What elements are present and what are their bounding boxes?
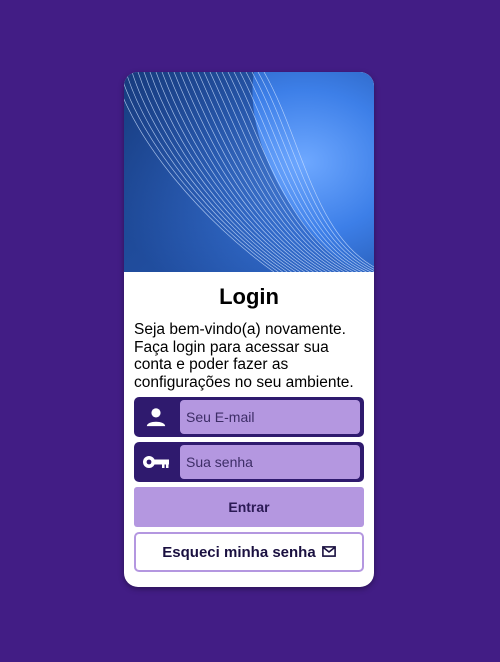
page-title: Login <box>219 284 279 309</box>
user-icon <box>134 397 178 437</box>
hero-image <box>124 72 374 272</box>
mail-icon <box>321 544 336 561</box>
login-button[interactable]: Entrar <box>134 487 364 527</box>
welcome-description: Seja bem-vindo(a) novamente. Faça login … <box>134 321 354 391</box>
key-icon <box>134 442 178 482</box>
forgot-password-button[interactable]: Esqueci minha senha <box>134 532 364 572</box>
password-field <box>134 442 364 482</box>
email-input[interactable] <box>180 400 360 434</box>
email-field <box>134 397 364 437</box>
password-input[interactable] <box>180 445 360 479</box>
login-card: Login Seja bem-vindo(a) novamente. Faça … <box>124 72 374 587</box>
forgot-password-label: Esqueci minha senha <box>162 543 316 561</box>
